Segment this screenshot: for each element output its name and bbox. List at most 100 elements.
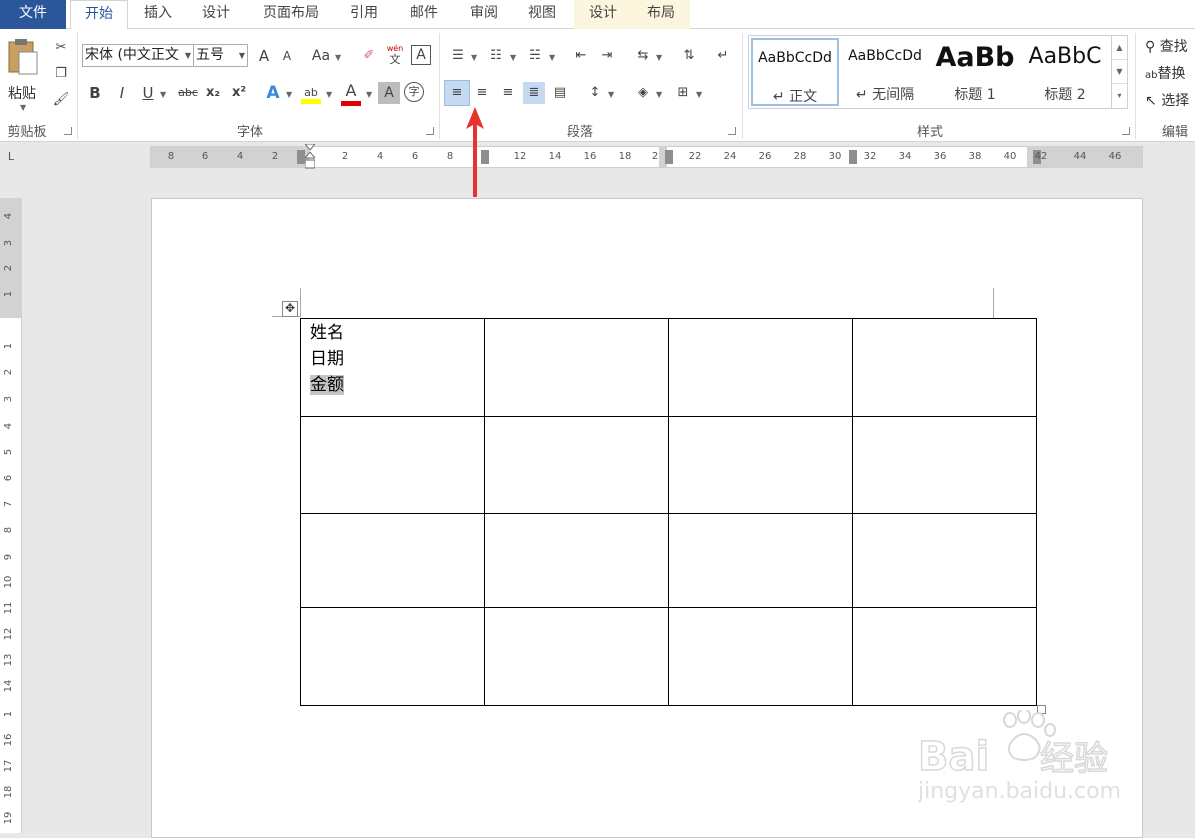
decrease-indent-icon[interactable]: ⇤ [570, 45, 592, 67]
table-cell[interactable] [852, 513, 1037, 608]
sort-icon[interactable]: ⇅ [678, 45, 700, 67]
subscript-button[interactable]: x₂ [202, 82, 224, 104]
table-cell[interactable] [484, 513, 669, 608]
crop-mark [993, 288, 994, 318]
align-right-button[interactable]: ≡ [497, 82, 519, 104]
tab-design[interactable]: 设计 [190, 0, 242, 29]
copy-icon[interactable]: ❐ [50, 63, 72, 85]
phonetic-guide-icon[interactable]: wén 文 [384, 43, 406, 65]
tab-table-layout[interactable]: 布局 [632, 0, 690, 29]
tab-view[interactable]: 视图 [516, 0, 568, 29]
replace-button[interactable]: ab替换 [1145, 63, 1185, 83]
document-table[interactable]: 姓名 日期 金额 [300, 318, 1037, 706]
table-cell[interactable] [668, 513, 853, 608]
numbering-icon[interactable]: ☷ [485, 45, 507, 67]
borders-icon[interactable]: ⊞ [672, 82, 694, 104]
table-cell[interactable] [668, 318, 853, 417]
cell-text-date[interactable]: 日期 [310, 346, 475, 372]
style-heading-2[interactable]: AaBbC 标题 2 [1021, 38, 1109, 106]
ruler-tick-label: 2 [341, 151, 349, 162]
table-cell[interactable] [852, 416, 1037, 514]
format-painter-icon[interactable]: 🖌 [50, 89, 72, 111]
character-shading-icon[interactable]: A [378, 82, 400, 104]
font-launcher-icon[interactable] [426, 127, 434, 135]
show-marks-icon[interactable]: ↵ [712, 45, 734, 67]
character-border-icon[interactable]: A [411, 45, 431, 65]
table-cell[interactable] [484, 318, 669, 417]
multilevel-list-icon[interactable]: ☵ [524, 45, 546, 67]
ruler-tick-label: 18 [3, 785, 14, 799]
horizontal-ruler[interactable]: 8 6 4 2 2 4 6 8 12 14 16 18 2 22 24 26 28 30 32 34 36 38 40 42 4… [150, 143, 1143, 170]
vertical-ruler[interactable]: 4 3 2 1 1 2 3 4 5 6 7 8 9 10 11 12 13 14 1 16 17 18 19 [0, 198, 22, 833]
tab-selector-button[interactable]: L [0, 146, 22, 168]
ruler-tick-label: 2 [271, 151, 279, 162]
table-cell[interactable] [668, 607, 853, 706]
text-effects-icon[interactable]: A [262, 82, 284, 104]
font-size-combo[interactable]: 五号 ▼ [193, 44, 248, 67]
font-name-combo[interactable]: 宋体 (中文正文 ▼ [82, 44, 194, 67]
shrink-font-icon[interactable]: A [276, 45, 298, 67]
cell-text-amount-selected[interactable]: 金额 [310, 375, 344, 395]
cut-icon[interactable]: ✂ [50, 37, 72, 59]
tab-mailings[interactable]: 邮件 [398, 0, 450, 29]
clear-formatting-icon[interactable]: ✐ [358, 45, 380, 67]
styles-launcher-icon[interactable] [1122, 127, 1130, 135]
distributed-button[interactable]: ▤ [549, 82, 571, 104]
font-group-label: 字体 [236, 125, 263, 140]
tab-page-layout[interactable]: 页面布局 [252, 0, 330, 29]
tab-file[interactable]: 文件 [0, 0, 66, 29]
styles-down-icon[interactable]: ▼ [1112, 60, 1127, 84]
align-center-button[interactable]: ≡ [471, 82, 493, 104]
ruler-tick-label: 11 [3, 601, 14, 615]
paragraph-launcher-icon[interactable] [728, 127, 736, 135]
paste-button[interactable]: 粘贴 ▼ [4, 35, 42, 115]
chinese-layout-icon[interactable]: ⇆ [632, 45, 654, 67]
grow-font-icon[interactable]: A [253, 45, 275, 67]
table-move-handle-icon[interactable]: ✥ [282, 301, 298, 317]
styles-gallery: AaBbCcDd ↵ 正文 AaBbCcDd ↵ 无间隔 AaBb 标题 1 A… [748, 35, 1128, 109]
font-color-icon[interactable]: A [340, 80, 362, 102]
table-cell[interactable] [300, 416, 485, 514]
tab-references[interactable]: 引用 [338, 0, 390, 29]
tab-table-design[interactable]: 设计 [574, 0, 632, 29]
tab-home[interactable]: 开始 [70, 0, 128, 30]
styles-scroll[interactable]: ▲ ▼ ▾ [1111, 36, 1127, 108]
style-no-spacing[interactable]: AaBbCcDd ↵ 无间隔 [841, 38, 929, 106]
italic-button[interactable]: I [111, 82, 133, 104]
tab-review[interactable]: 审阅 [458, 0, 510, 29]
bold-button[interactable]: B [84, 82, 106, 104]
increase-indent-icon[interactable]: ⇥ [596, 45, 618, 67]
change-case-icon[interactable]: Aa [310, 45, 332, 67]
line-spacing-icon[interactable]: ↕ [584, 82, 606, 104]
table-cell[interactable] [484, 607, 669, 706]
underline-button[interactable]: U [137, 82, 159, 104]
table-cell[interactable] [484, 416, 669, 514]
cell-text-name[interactable]: 姓名 [310, 320, 475, 346]
table-cell[interactable]: 姓名 日期 金额 [300, 318, 485, 417]
table-cell[interactable] [852, 607, 1037, 706]
ruler-tick-label: 44 [1073, 151, 1087, 162]
bullets-icon[interactable]: ☰ [447, 45, 469, 67]
superscript-button[interactable]: x² [228, 82, 250, 104]
strikethrough-button[interactable]: abc [176, 82, 200, 104]
indent-marker-icon[interactable] [303, 143, 317, 170]
ruler-tick-label: 28 [793, 151, 807, 162]
table-cell[interactable] [300, 513, 485, 608]
align-left-button[interactable]: ≡ [444, 80, 470, 106]
table-cell[interactable] [852, 318, 1037, 417]
styles-up-icon[interactable]: ▲ [1112, 36, 1127, 60]
style-heading-1[interactable]: AaBb 标题 1 [931, 38, 1019, 106]
enclose-characters-icon[interactable]: 字 [404, 82, 424, 102]
ruler-tick-label: 1 [3, 710, 14, 718]
clipboard-launcher-icon[interactable] [64, 127, 72, 135]
table-cell[interactable] [300, 607, 485, 706]
style-normal[interactable]: AaBbCcDd ↵ 正文 [751, 38, 839, 106]
styles-more-icon[interactable]: ▾ [1112, 84, 1127, 108]
table-cell[interactable] [668, 416, 853, 514]
shading-icon[interactable]: ◈ [632, 82, 654, 104]
highlight-color-icon[interactable]: ab [300, 82, 322, 104]
justify-button[interactable]: ≣ [523, 82, 545, 104]
tab-insert[interactable]: 插入 [132, 0, 184, 29]
select-button[interactable]: ↖ 选择 [1145, 90, 1189, 110]
find-button[interactable]: ⚲ 查找 [1145, 36, 1188, 56]
